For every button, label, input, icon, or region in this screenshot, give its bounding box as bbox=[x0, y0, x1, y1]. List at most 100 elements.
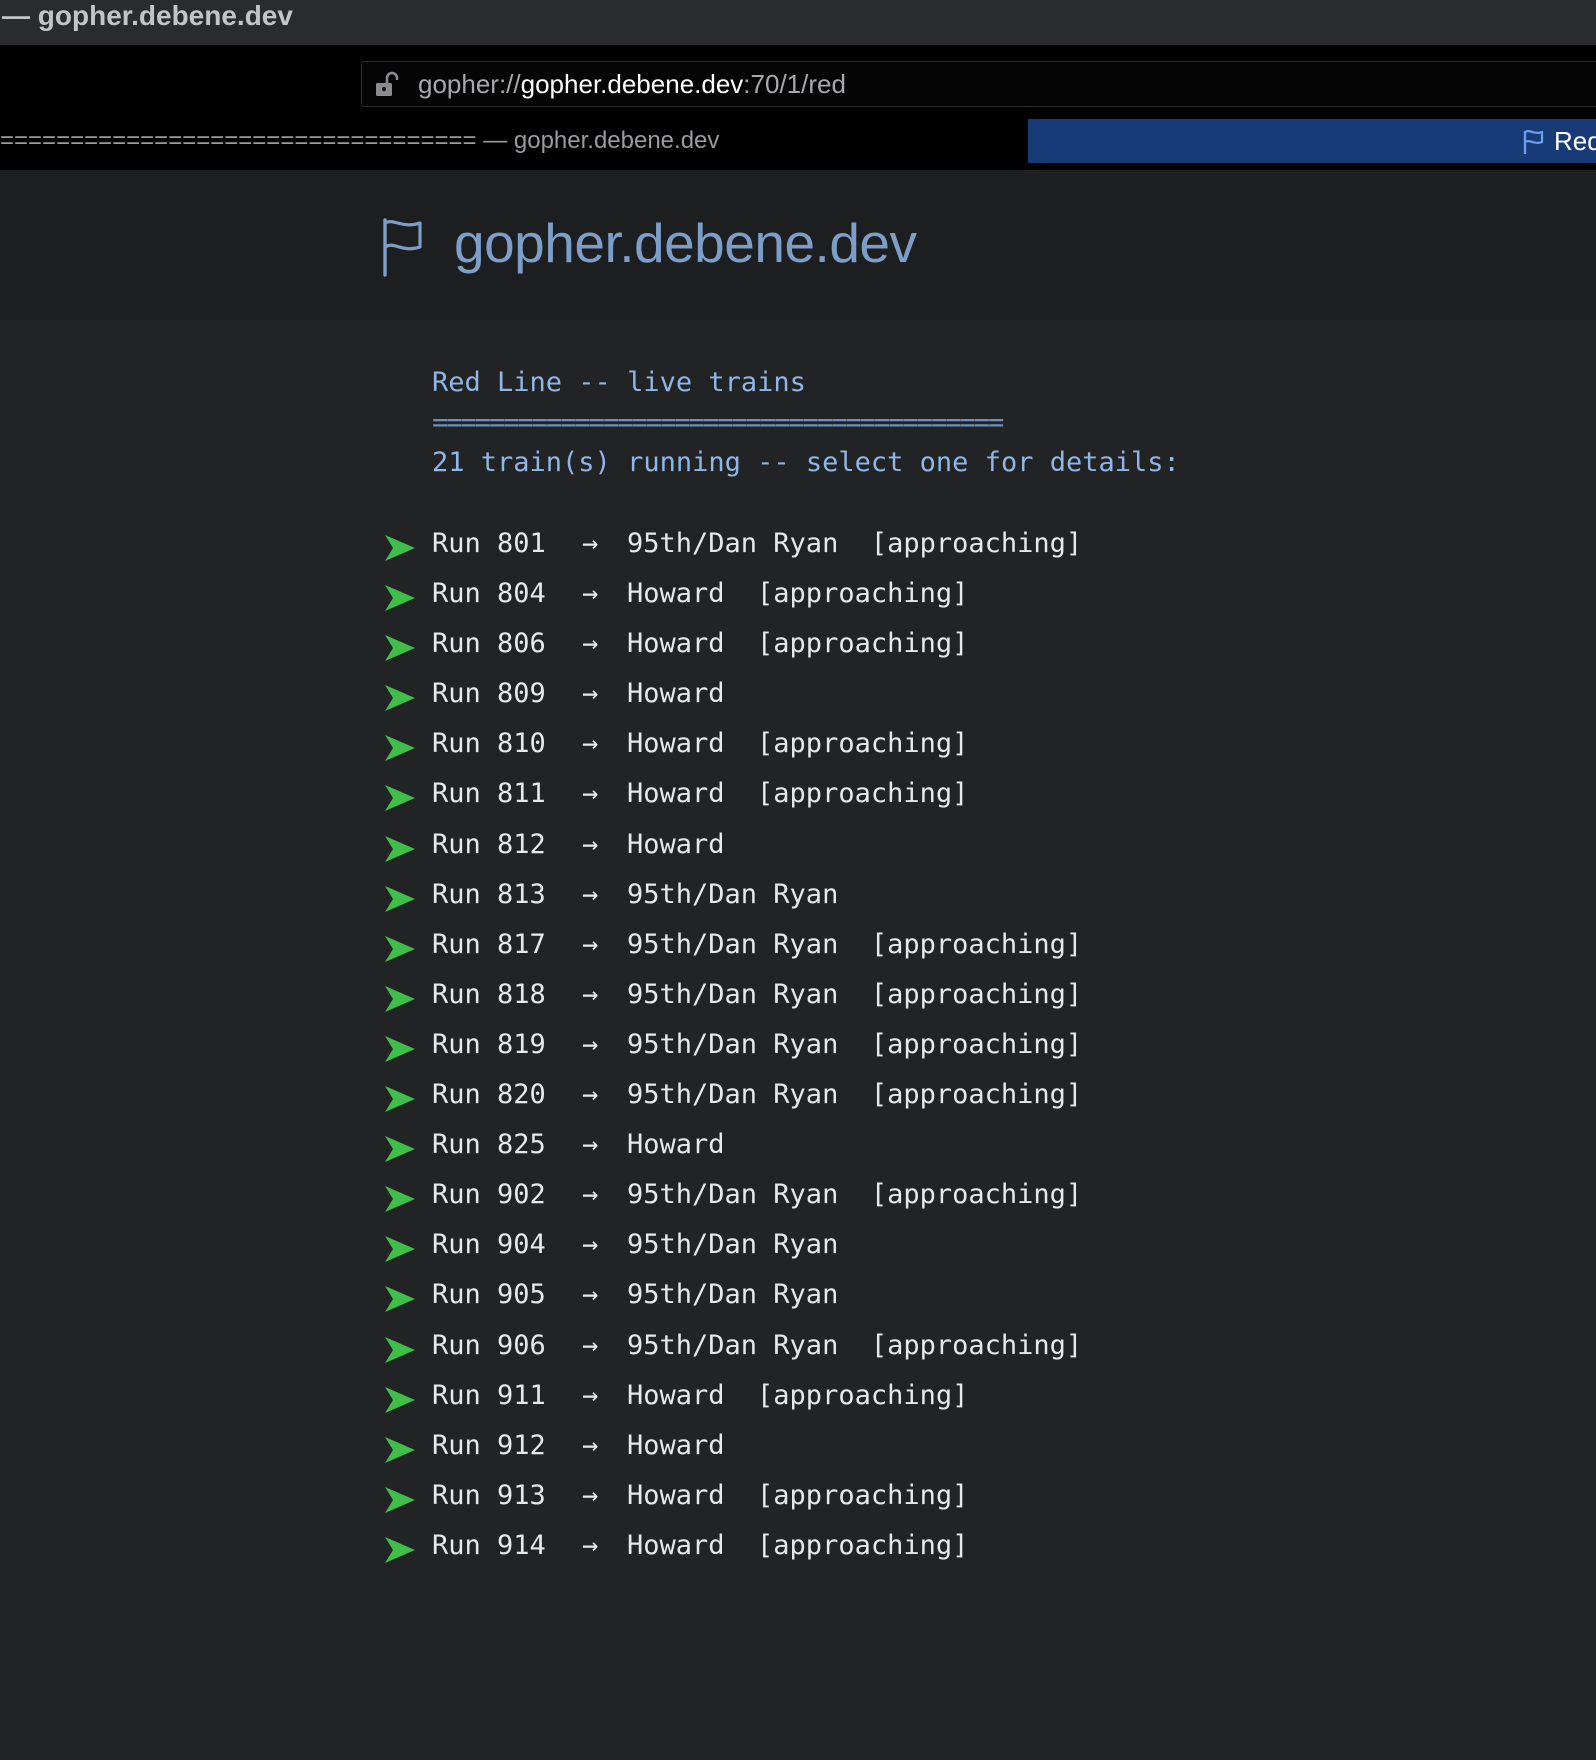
direction-arrow: → bbox=[582, 1279, 599, 1311]
train-destination-label[interactable]: 95th/Dan Ryan [approaching] bbox=[627, 927, 1082, 963]
train-list-item[interactable]: Run 912 → Howard bbox=[380, 1422, 1100, 1472]
train-list-item[interactable]: Run 906 → 95th/Dan Ryan [approaching] bbox=[380, 1322, 1100, 1372]
tab-red[interactable]: Red bbox=[1028, 119, 1596, 163]
train-destination-label[interactable]: 95th/Dan Ryan bbox=[627, 877, 838, 913]
train-list-item[interactable]: Run 812 → Howard bbox=[380, 821, 1100, 871]
train-run-label[interactable]: Run 809 bbox=[432, 676, 546, 712]
train-run-label[interactable]: Run 813 bbox=[432, 877, 546, 913]
train-destination-label[interactable]: Howard [approaching] bbox=[627, 1478, 968, 1514]
train-destination-label[interactable]: Howard bbox=[627, 1127, 725, 1163]
green-arrow-icon bbox=[385, 1436, 415, 1463]
green-arrow-icon bbox=[385, 535, 415, 561]
train-run-label[interactable]: Run 801 bbox=[432, 526, 546, 562]
train-run-label[interactable]: Run 806 bbox=[432, 626, 546, 662]
train-list-item[interactable]: Run 809 → Howard bbox=[380, 670, 1100, 720]
page-content: Red Line -- live trains ================… bbox=[0, 320, 1596, 1760]
train-list-item[interactable]: Run 914 → Howard [approaching] bbox=[380, 1522, 1100, 1572]
direction-arrow: → bbox=[582, 528, 599, 559]
green-arrow-icon bbox=[385, 1236, 415, 1263]
train-destination-label[interactable]: Howard bbox=[627, 1428, 725, 1464]
green-arrow-icon bbox=[385, 685, 415, 712]
train-destination-label[interactable]: 95th/Dan Ryan [approaching] bbox=[627, 977, 1082, 1013]
direction-arrow: → bbox=[582, 1429, 599, 1461]
flag-icon bbox=[383, 218, 422, 277]
green-arrow-icon bbox=[385, 1536, 415, 1563]
window-titlebar: — gopher.debene.dev bbox=[0, 0, 1596, 45]
train-destination-label[interactable]: Howard [approaching] bbox=[627, 776, 968, 812]
train-run-label[interactable]: Run 817 bbox=[432, 927, 546, 963]
train-run-label[interactable]: Run 911 bbox=[432, 1378, 546, 1414]
train-list-item[interactable]: Run 804 → Howard [approaching] bbox=[380, 570, 1100, 620]
train-run-label[interactable]: Run 804 bbox=[432, 576, 546, 612]
train-run-label[interactable]: Run 912 bbox=[432, 1428, 546, 1464]
url-field[interactable]: gopher://gopher.debene.dev:70/1/red bbox=[361, 61, 1596, 107]
train-destination-label[interactable]: 95th/Dan Ryan [approaching] bbox=[627, 1328, 1082, 1364]
train-list-item[interactable]: Run 820 → 95th/Dan Ryan [approaching] bbox=[380, 1071, 1100, 1121]
direction-arrow: → bbox=[582, 878, 599, 910]
url-path: :70/1/red bbox=[743, 69, 846, 99]
train-list-item[interactable]: Run 813 → 95th/Dan Ryan bbox=[380, 871, 1100, 921]
tab-label: ================================== — gop… bbox=[0, 127, 720, 154]
train-run-label[interactable]: Run 914 bbox=[432, 1528, 546, 1564]
window-title: — gopher.debene.dev bbox=[2, 0, 293, 31]
train-run-label[interactable]: Run 820 bbox=[432, 1077, 546, 1113]
green-arrow-icon bbox=[385, 785, 415, 812]
green-arrow-icon bbox=[385, 1086, 415, 1113]
train-destination-label[interactable]: 95th/Dan Ryan [approaching] bbox=[627, 1027, 1082, 1063]
train-list-item[interactable]: Run 911 → Howard [approaching] bbox=[380, 1372, 1100, 1422]
site-header: gopher.debene.dev bbox=[0, 170, 1596, 320]
train-destination-label[interactable]: 95th/Dan Ryan [approaching] bbox=[627, 526, 1082, 562]
train-destination-label[interactable]: 95th/Dan Ryan [approaching] bbox=[627, 1177, 1082, 1213]
train-run-label[interactable]: Run 810 bbox=[432, 726, 546, 762]
train-destination-label[interactable]: Howard bbox=[627, 676, 725, 712]
unlocked-padlock-icon[interactable] bbox=[373, 71, 401, 99]
url-scheme: gopher:// bbox=[418, 69, 521, 99]
train-run-label[interactable]: Run 906 bbox=[432, 1328, 546, 1364]
train-destination-label[interactable]: Howard [approaching] bbox=[627, 1528, 968, 1564]
train-run-label[interactable]: Run 905 bbox=[432, 1277, 546, 1313]
direction-arrow: → bbox=[582, 1329, 599, 1361]
train-run-label[interactable]: Run 902 bbox=[432, 1177, 546, 1213]
train-destination-label[interactable]: Howard bbox=[627, 827, 725, 863]
train-run-label[interactable]: Run 825 bbox=[432, 1127, 546, 1163]
url-text[interactable]: gopher://gopher.debene.dev:70/1/red bbox=[418, 62, 846, 106]
train-destination-label[interactable]: Howard [approaching] bbox=[627, 576, 968, 612]
green-arrow-icon bbox=[385, 635, 415, 662]
train-list-item[interactable]: Run 817 → 95th/Dan Ryan [approaching] bbox=[380, 921, 1100, 971]
green-arrow-icon bbox=[385, 1286, 415, 1313]
direction-arrow: → bbox=[582, 1229, 599, 1261]
train-run-label[interactable]: Run 819 bbox=[432, 1027, 546, 1063]
direction-arrow: → bbox=[582, 1529, 599, 1561]
direction-arrow: → bbox=[582, 728, 599, 760]
train-destination-label[interactable]: Howard [approaching] bbox=[627, 726, 968, 762]
site-title-link[interactable]: gopher.debene.dev bbox=[454, 210, 917, 276]
tab-strip: ================================== — gop… bbox=[0, 115, 1596, 170]
train-list-item[interactable]: Run 825 → Howard bbox=[380, 1121, 1100, 1171]
direction-arrow: → bbox=[582, 578, 599, 610]
train-run-label[interactable]: Run 811 bbox=[432, 776, 546, 812]
train-destination-label[interactable]: 95th/Dan Ryan bbox=[627, 1277, 838, 1313]
train-list-item[interactable]: Run 913 → Howard [approaching] bbox=[380, 1472, 1100, 1522]
train-list-item[interactable]: Run 810 → Howard [approaching] bbox=[380, 720, 1100, 770]
train-list-item[interactable]: Run 902 → 95th/Dan Ryan [approaching] bbox=[380, 1171, 1100, 1221]
train-run-label[interactable]: Run 904 bbox=[432, 1227, 546, 1263]
green-arrow-icon bbox=[385, 1186, 415, 1213]
train-run-label[interactable]: Run 812 bbox=[432, 827, 546, 863]
train-destination-label[interactable]: Howard [approaching] bbox=[627, 626, 968, 662]
train-list-item[interactable]: Run 811 → Howard [approaching] bbox=[380, 770, 1100, 820]
train-run-label[interactable]: Run 913 bbox=[432, 1478, 546, 1514]
train-destination-label[interactable]: 95th/Dan Ryan [approaching] bbox=[627, 1077, 1082, 1113]
train-destination-label[interactable]: Howard [approaching] bbox=[627, 1378, 968, 1414]
tab-gopher-debene[interactable]: ================================== — gop… bbox=[0, 119, 1020, 163]
train-list-item[interactable]: Run 818 → 95th/Dan Ryan [approaching] bbox=[380, 971, 1100, 1021]
green-arrow-icon bbox=[385, 1136, 415, 1163]
train-list-item[interactable]: Run 801 → 95th/Dan Ryan [approaching] bbox=[380, 520, 1100, 570]
train-list-item[interactable]: Run 905 → 95th/Dan Ryan bbox=[380, 1271, 1100, 1321]
train-list-item[interactable]: Run 904 → 95th/Dan Ryan bbox=[380, 1221, 1100, 1271]
green-arrow-icon bbox=[385, 585, 415, 612]
train-run-label[interactable]: Run 818 bbox=[432, 977, 546, 1013]
train-list-item[interactable]: Run 806 → Howard [approaching] bbox=[380, 620, 1100, 670]
train-destination-label[interactable]: 95th/Dan Ryan bbox=[627, 1227, 838, 1263]
green-arrow-icon bbox=[385, 885, 415, 912]
train-list-item[interactable]: Run 819 → 95th/Dan Ryan [approaching] bbox=[380, 1021, 1100, 1071]
